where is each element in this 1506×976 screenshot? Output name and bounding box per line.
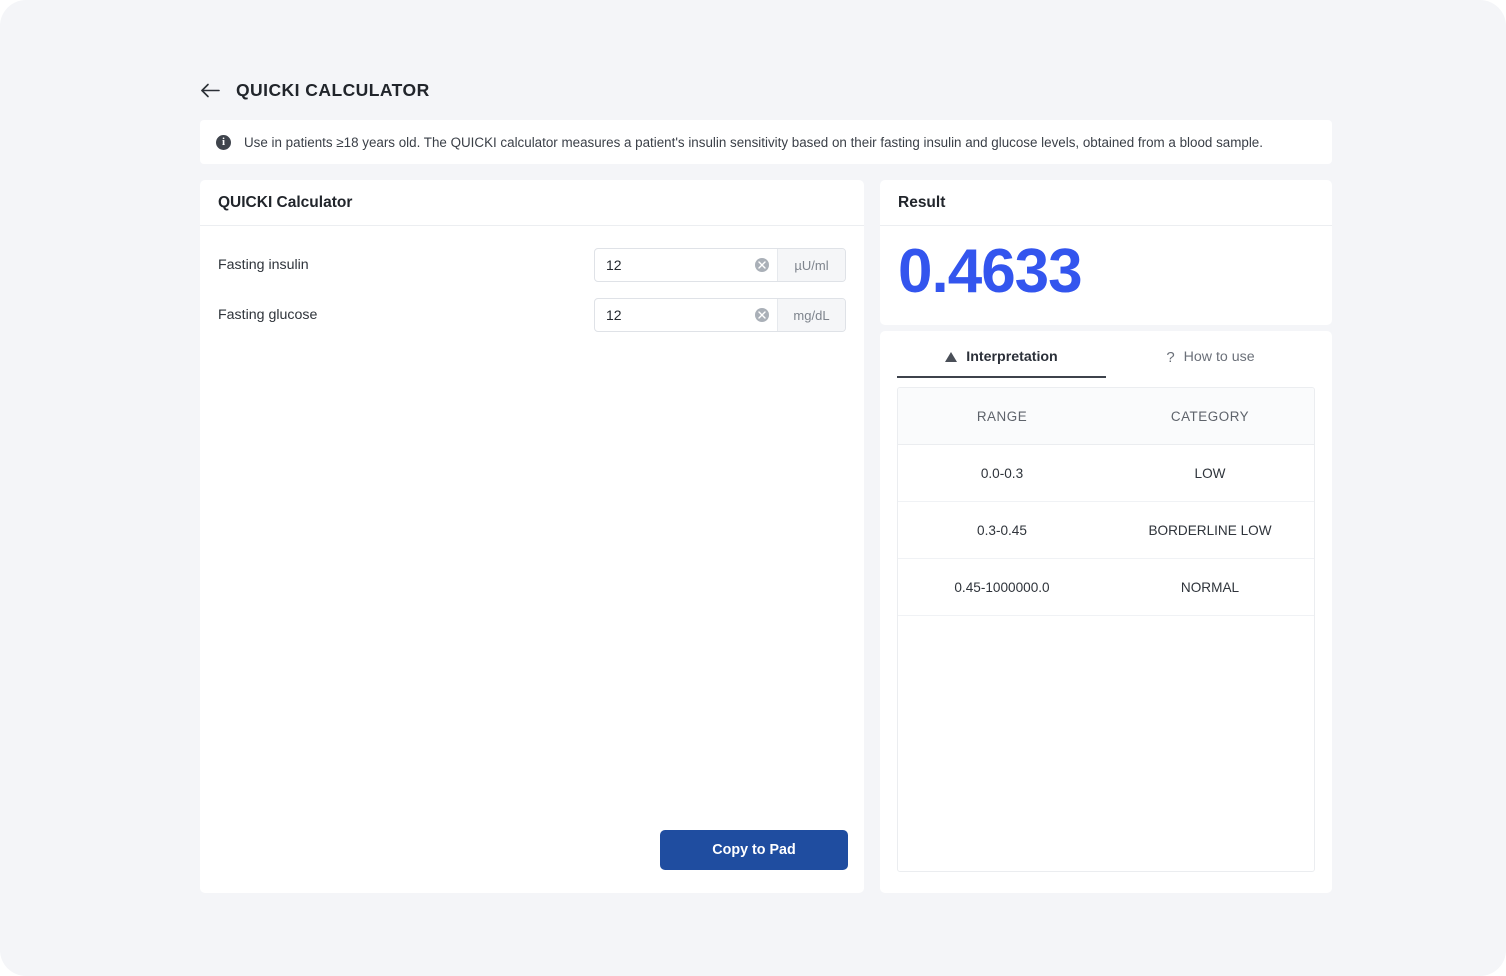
tab-interpretation-label: Interpretation	[966, 349, 1058, 365]
field-label-fasting-glucose: Fasting glucose	[218, 307, 318, 323]
result-card-header: Result	[880, 180, 1332, 226]
arrow-left-icon[interactable]	[199, 79, 221, 101]
clear-circle-icon[interactable]	[755, 258, 769, 272]
field-control-fasting-glucose: mg/dL	[594, 298, 846, 332]
interpretation-table: RANGE CATEGORY 0.0-0.3 LOW 0.3-0.45 BORD…	[897, 387, 1315, 872]
info-banner-text: Use in patients ≥18 years old. The QUICK…	[244, 134, 1263, 150]
field-control-fasting-insulin: µU/ml	[594, 248, 846, 282]
app-root: QUICKI CALCULATOR i Use in patients ≥18 …	[0, 0, 1506, 976]
calculator-card-title: QUICKI Calculator	[218, 193, 353, 211]
tab-bar: Interpretation ? How to use	[897, 331, 1315, 378]
warning-triangle-icon	[945, 352, 958, 362]
tab-interpretation[interactable]: Interpretation	[897, 338, 1106, 378]
field-input-wrap-fasting-glucose	[595, 299, 777, 331]
table-row: 0.3-0.45 BORDERLINE LOW	[898, 502, 1314, 559]
result-card: Result 0.4633	[880, 180, 1332, 325]
field-label-fasting-insulin: Fasting insulin	[218, 257, 309, 273]
field-input-wrap-fasting-insulin	[595, 249, 777, 281]
page-title: QUICKI CALCULATOR	[236, 79, 430, 100]
result-value: 0.4633	[898, 237, 1083, 306]
fasting-glucose-input[interactable]	[595, 299, 777, 331]
field-unit-fasting-glucose: mg/dL	[777, 299, 845, 331]
cell-range: 0.3-0.45	[977, 522, 1027, 538]
calculator-card: QUICKI Calculator Fasting insulin µU/ml	[200, 180, 864, 893]
copy-to-pad-button[interactable]: Copy to Pad	[660, 830, 848, 870]
table-row: 0.45-1000000.0 NORMAL	[898, 559, 1314, 616]
field-unit-fasting-insulin: µU/ml	[777, 249, 845, 281]
field-row-fasting-insulin: Fasting insulin µU/ml	[200, 240, 864, 290]
cell-category: NORMAL	[1180, 579, 1240, 595]
tab-how-to-use[interactable]: ? How to use	[1106, 338, 1315, 378]
page-header: QUICKI CALCULATOR	[199, 79, 430, 101]
cell-range: 0.0-0.3	[980, 465, 1024, 481]
clear-circle-icon[interactable]	[755, 308, 769, 322]
calculator-card-header: QUICKI Calculator	[200, 180, 864, 226]
cell-range: 0.45-1000000.0	[954, 579, 1050, 595]
info-icon: i	[216, 134, 231, 150]
interpretation-card: Interpretation ? How to use RANGE CATEGO…	[880, 331, 1332, 893]
cell-category: LOW	[1194, 465, 1226, 481]
result-card-title: Result	[898, 193, 946, 211]
field-row-fasting-glucose: Fasting glucose mg/dL	[200, 290, 864, 340]
fasting-insulin-input[interactable]	[595, 249, 777, 281]
table-row: 0.0-0.3 LOW	[898, 445, 1314, 502]
cell-category: BORDERLINE LOW	[1148, 522, 1272, 538]
column-header-range: RANGE	[976, 408, 1028, 424]
info-banner: i Use in patients ≥18 years old. The QUI…	[200, 120, 1332, 164]
table-header-row: RANGE CATEGORY	[898, 388, 1314, 445]
column-header-category: CATEGORY	[1170, 408, 1250, 424]
calculator-fields: Fasting insulin µU/ml Fasting glucose	[200, 226, 864, 340]
question-mark-icon: ?	[1166, 348, 1175, 366]
tab-how-to-use-label: How to use	[1183, 349, 1255, 365]
